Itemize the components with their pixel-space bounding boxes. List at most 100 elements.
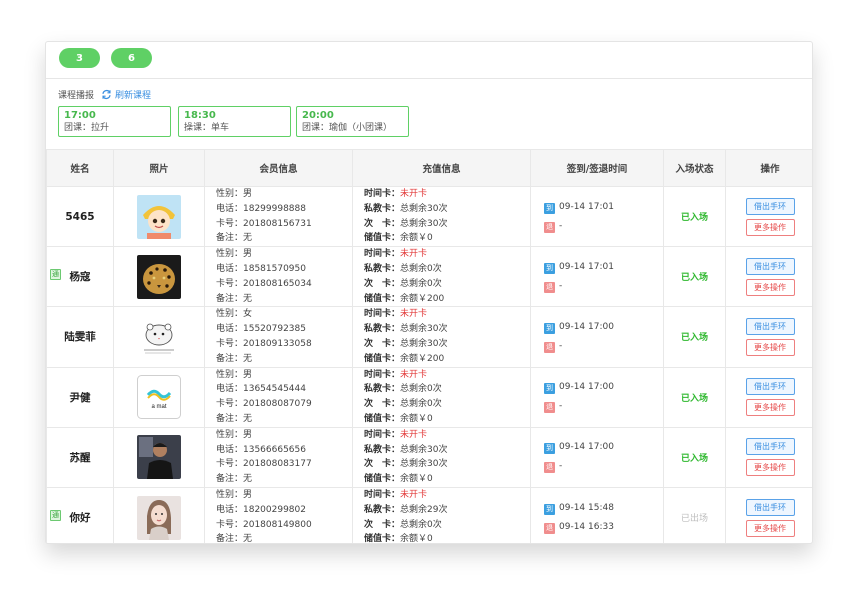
checkout-badge: 退 xyxy=(544,522,555,534)
entry-status: 已入场 xyxy=(680,213,708,224)
count-pill-1[interactable]: 3 xyxy=(59,48,100,68)
time-card-key: 时间卡： xyxy=(364,189,401,199)
note-text: 备注：无 xyxy=(216,353,253,364)
member-name[interactable]: 陆雯菲 xyxy=(64,331,96,343)
lend-wristband-button[interactable]: 借出手环 xyxy=(745,197,795,215)
photo-cell: a mat xyxy=(113,366,205,428)
col-header-actions: 操作 xyxy=(725,149,812,187)
entry-status-cell: 已入场 xyxy=(663,306,726,368)
entry-status-cell: 已入场 xyxy=(663,246,726,308)
count-card-value: 总剩余0次 xyxy=(400,519,442,530)
general-tag: 通 xyxy=(50,509,61,521)
course-card[interactable]: 20:00 团课：瑜伽（小团课） xyxy=(296,106,409,137)
member-photo[interactable]: a mat xyxy=(137,375,181,420)
stored-card-key: 储值卡： xyxy=(364,474,401,485)
table-row: 尹健 a mat 性别：男 电话：13654545444 卡号：20180808… xyxy=(46,366,812,428)
more-actions-button[interactable]: 更多操作 xyxy=(745,218,795,236)
card-number-text: 卡号：201808083177 xyxy=(216,459,312,470)
count-card-value: 总剩余30次 xyxy=(400,459,448,470)
recharge-info-cell: 时间卡：未开卡 私教卡：总剩余30次 次 卡：总剩余30次 储值卡：余额￥200 xyxy=(352,306,531,368)
private-card-value: 总剩余29次 xyxy=(400,504,448,515)
member-name[interactable]: 5465 xyxy=(65,211,94,223)
note-text: 备注：无 xyxy=(216,233,253,244)
lend-wristband-button[interactable]: 借出手环 xyxy=(745,498,795,516)
member-info-cell: 性别：男 电话：18200299802 卡号：201808149800 备注：无 xyxy=(204,486,353,544)
count-card-value: 总剩余0次 xyxy=(400,278,442,289)
entry-status: 已入场 xyxy=(680,333,708,344)
member-photo[interactable] xyxy=(137,254,181,299)
svg-text:a mat: a mat xyxy=(151,404,166,410)
checkin-panel: 3 6 课程播报 刷新课程 17:00 团课：拉升 18:30 操课：单车 20… xyxy=(45,41,813,544)
member-name[interactable]: 你好 xyxy=(70,512,91,524)
table-row: 5465 性别：男 电话：18299998888 卡号：201808156731… xyxy=(46,185,812,248)
entry-status: 已入场 xyxy=(680,273,708,284)
checkout-time: 09-14 16:33 xyxy=(559,521,614,532)
phone-text: 电话：13566665656 xyxy=(216,444,306,455)
private-card-key: 私教卡： xyxy=(364,504,401,515)
count-pill-2[interactable]: 6 xyxy=(111,48,152,68)
stored-card-key: 储值卡： xyxy=(364,293,401,304)
checkin-badge: 到 xyxy=(544,322,555,334)
course-name: 团课：拉升 xyxy=(64,123,110,133)
more-actions-button[interactable]: 更多操作 xyxy=(745,459,795,477)
note-text: 备注：无 xyxy=(216,293,253,304)
checkout-badge: 退 xyxy=(544,341,555,353)
time-card-key: 时间卡： xyxy=(364,369,401,380)
lend-wristband-button[interactable]: 借出手环 xyxy=(745,257,795,275)
phone-text: 电话：18299998888 xyxy=(216,203,306,214)
recharge-info-cell: 时间卡：未开卡 私教卡：总剩余29次 次 卡：总剩余0次 储值卡：余额￥0 xyxy=(352,486,531,544)
time-card-value: 未开卡 xyxy=(400,189,428,199)
member-photo[interactable] xyxy=(137,314,181,359)
note-text: 备注：无 xyxy=(216,413,253,424)
count-card-key: 次 卡： xyxy=(364,519,401,530)
course-time: 18:30 xyxy=(184,110,216,121)
member-photo[interactable] xyxy=(137,435,181,480)
checkin-time: 09-14 17:01 xyxy=(559,261,614,272)
time-card-key: 时间卡： xyxy=(364,249,401,260)
stored-card-value: 余额￥0 xyxy=(400,474,433,485)
member-name[interactable]: 尹健 xyxy=(70,392,91,404)
lend-wristband-button[interactable]: 借出手环 xyxy=(745,378,795,396)
stored-card-key: 储值卡： xyxy=(364,534,401,544)
private-card-key: 私教卡： xyxy=(364,203,401,214)
refresh-icon[interactable] xyxy=(101,89,112,100)
lend-wristband-button[interactable]: 借出手环 xyxy=(745,438,795,456)
entry-status-cell: 已出场 xyxy=(663,486,726,543)
member-name[interactable]: 苏醒 xyxy=(70,452,91,464)
checkin-time: 09-14 17:00 xyxy=(559,382,614,393)
stored-card-value: 余额￥0 xyxy=(400,413,433,424)
actions-cell: 借出手环 更多操作 xyxy=(725,366,812,428)
more-actions-button[interactable]: 更多操作 xyxy=(745,338,795,356)
table-row: 通 你好 性别：男 电话：18200299802 卡号：201808149800… xyxy=(46,486,812,544)
note-text: 备注：无 xyxy=(216,534,253,544)
actions-cell: 借出手环 更多操作 xyxy=(725,246,812,308)
stored-card-value: 余额￥200 xyxy=(400,293,445,304)
checkin-time: 09-14 17:00 xyxy=(559,321,614,332)
time-card-key: 时间卡： xyxy=(364,489,401,500)
general-tag: 通 xyxy=(50,269,61,281)
more-actions-button[interactable]: 更多操作 xyxy=(745,519,795,537)
stored-card-value: 余额￥200 xyxy=(400,353,445,364)
private-card-key: 私教卡： xyxy=(364,263,401,274)
table-header-row: 姓名 照片 会员信息 充值信息 签到/签退时间 入场状态 操作 xyxy=(46,149,812,187)
photo-cell xyxy=(113,426,205,488)
col-header-photo: 照片 xyxy=(113,149,205,187)
time-card-key: 时间卡： xyxy=(364,429,401,440)
entry-status-cell: 已入场 xyxy=(663,366,726,428)
more-actions-button[interactable]: 更多操作 xyxy=(745,278,795,296)
course-card[interactable]: 18:30 操课：单车 xyxy=(178,106,291,137)
member-name[interactable]: 杨寇 xyxy=(70,271,91,283)
recharge-info-cell: 时间卡：未开卡 私教卡：总剩余0次 次 卡：总剩余0次 储值卡：余额￥200 xyxy=(352,246,531,308)
checkout-time: - xyxy=(559,220,563,231)
course-card[interactable]: 17:00 团课：拉升 xyxy=(58,106,171,137)
lend-wristband-button[interactable]: 借出手环 xyxy=(745,317,795,335)
member-name-cell: 通 你好 xyxy=(46,486,114,543)
member-photo[interactable] xyxy=(137,495,181,540)
member-photo[interactable] xyxy=(137,194,181,239)
card-number-text: 卡号：201808149800 xyxy=(216,519,312,530)
entry-status: 已入场 xyxy=(680,453,708,464)
refresh-course-link[interactable]: 刷新课程 xyxy=(115,88,151,101)
member-info-cell: 性别：男 电话：18581570950 卡号：201808165034 备注：无 xyxy=(204,246,353,308)
more-actions-button[interactable]: 更多操作 xyxy=(745,399,795,417)
checkout-badge: 退 xyxy=(544,462,555,474)
